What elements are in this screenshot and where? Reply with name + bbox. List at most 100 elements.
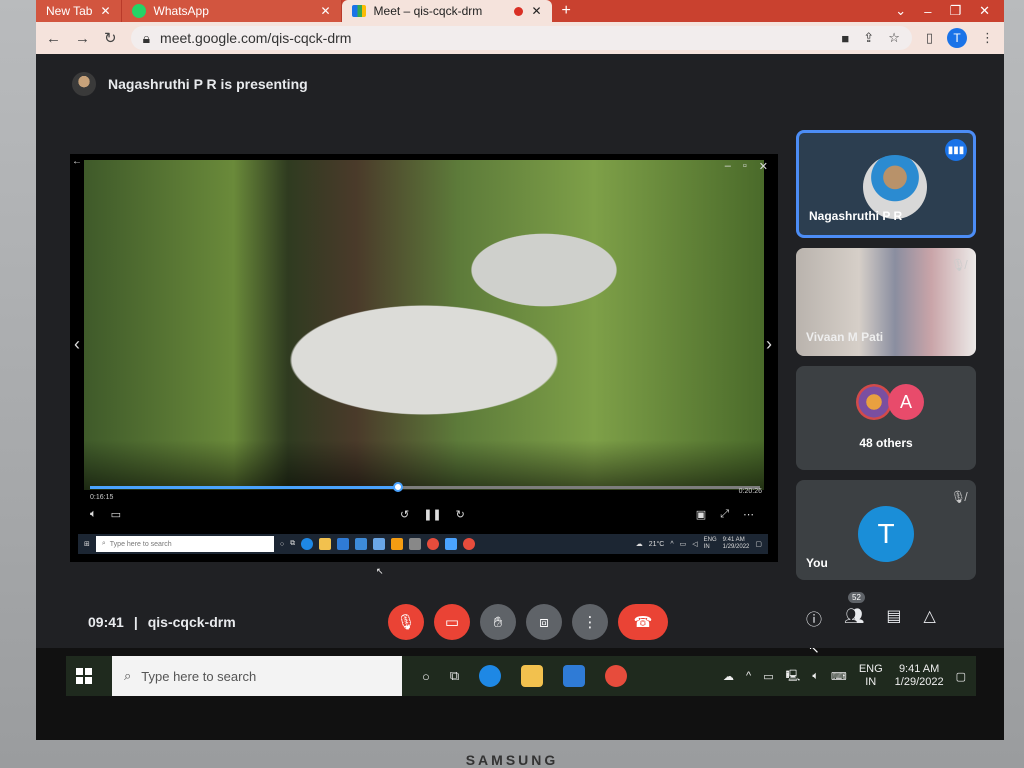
call-controls: 🎙︎ ▭ ✋︎ ⧈ ⋮ ☎︎ <box>388 604 668 640</box>
camera-toggle-button[interactable]: ▭ <box>434 604 470 640</box>
camera-icon[interactable]: ■ <box>841 31 849 46</box>
chat-icon[interactable]: ▤ <box>886 606 901 630</box>
store-icon[interactable] <box>563 665 586 687</box>
participant-tile-others[interactable]: A 48 others <box>796 366 976 470</box>
volume-icon[interactable]: 🔈︎ <box>90 508 97 521</box>
taskbar-search-input[interactable]: ⌕ Type here to search <box>112 656 402 696</box>
profile-avatar[interactable]: T <box>947 28 967 48</box>
meeting-tools: ⓘ 52 👥︎ ▤ △ <box>806 592 936 630</box>
vlc-icon <box>391 538 404 550</box>
tab-whatsapp[interactable]: WhatsApp ✕ <box>121 0 342 22</box>
participant-tile-presenter[interactable]: ▮▮▮ Nagashruthi P R <box>796 130 976 238</box>
more-icon: ⋮ <box>582 614 598 631</box>
sidebar-icon[interactable]: ▯ <box>926 30 933 46</box>
subtitles-icon[interactable]: ▭ <box>111 508 121 521</box>
chrome-icon <box>427 538 440 550</box>
store-icon <box>337 538 350 550</box>
notification-icon[interactable]: ▢ <box>956 670 966 683</box>
minimize-icon[interactable]: – <box>924 4 931 19</box>
share-icon[interactable]: ⇪ <box>863 30 874 46</box>
restore-icon[interactable]: ▫ <box>743 160 747 173</box>
participant-tile-you[interactable]: 🎙︎̸ T You <box>796 480 976 580</box>
network-icon: ▭ <box>679 541 687 548</box>
miniplayer-icon[interactable]: ▣ <box>696 508 706 521</box>
people-button[interactable]: 52 👥︎ <box>844 592 865 630</box>
chrome-icon <box>463 538 476 550</box>
language-indicator[interactable]: ENG IN <box>859 663 883 689</box>
tab-label: New Tab <box>46 4 93 18</box>
mail-icon <box>355 538 368 550</box>
close-icon[interactable]: ✕ <box>531 4 541 18</box>
present-button[interactable]: ⧈ <box>526 604 562 640</box>
meet-bottom-bar: 09:41 | qis-cqck-drm 🎙︎ ▭ ✋︎ ⧈ ⋮ ☎︎ ⓘ 52… <box>36 592 1004 648</box>
close-icon[interactable]: ✕ <box>320 4 330 18</box>
pause-icon[interactable]: ❚❚ <box>423 508 441 521</box>
tab-new-tab[interactable]: New Tab ✕ <box>36 0 122 22</box>
cloud-icon[interactable]: ☁︎ <box>723 670 734 683</box>
whatsapp-icon <box>131 4 146 18</box>
chevron-right-icon[interactable]: › <box>766 334 772 355</box>
chevron-left-icon[interactable]: ‹ <box>74 334 80 355</box>
clock: 09:41 <box>88 614 124 630</box>
word-icon <box>373 538 386 550</box>
chevron-up-icon[interactable]: ^ <box>746 670 751 682</box>
new-tab-button[interactable]: + <box>552 0 581 22</box>
present-icon: ⧈ <box>539 613 549 631</box>
file-explorer-icon[interactable] <box>521 665 544 687</box>
system-tray: ☁︎ 21°C ^ ▭ ◁ ENG IN 9:41 AM 1/29/2022 ▢ <box>635 537 762 550</box>
tab-meet[interactable]: Meet – qis-cqck-drm ✕ <box>341 0 552 22</box>
tab-label: WhatsApp <box>153 4 209 18</box>
close-icon[interactable]: ✕ <box>979 3 990 19</box>
cortana-icon: ○ <box>279 540 285 548</box>
windows-taskbar: ⌕ Type here to search ○ ⧉ ☁︎ ^ ▭ 🖳︎ 🔈︎ ⌨… <box>66 656 976 696</box>
kebab-icon[interactable]: ⋮ <box>981 30 994 46</box>
speaking-icon: ▮▮▮ <box>945 139 967 161</box>
chevron-down-icon[interactable]: ⌄ <box>895 3 906 19</box>
info-icon[interactable]: ⓘ <box>806 606 822 630</box>
forward-icon[interactable]: ↻ <box>456 508 465 521</box>
people-count: 52 <box>848 592 865 603</box>
back-arrow-icon[interactable]: ← <box>72 156 82 167</box>
participant-tile-vivaan[interactable]: 🎙︎̸ Vivaan M Pati <box>796 248 976 356</box>
mic-off-icon: 🎙︎̸ <box>950 258 966 272</box>
speaker-icon[interactable]: 🔈︎ <box>812 670 819 683</box>
search-icon: ⌕ <box>101 540 106 547</box>
browser-toolbar: ← → ↻ 🔒︎ meet.google.com/qis-cqck-drm ■ … <box>36 22 1004 54</box>
end-call-button[interactable]: ☎︎ <box>618 604 668 640</box>
reload-icon[interactable]: ↻ <box>104 29 117 47</box>
player-controls: 🔈︎ ▭ ↺ ❚❚ ↻ ▣ ⤢ ⋯ <box>90 508 760 528</box>
address-bar[interactable]: 🔒︎ meet.google.com/qis-cqck-drm ■ ⇪ ☆ <box>130 26 912 50</box>
seek-bar[interactable] <box>90 482 760 492</box>
time-total: 0:20:26 <box>738 488 762 495</box>
keyboard-icon[interactable]: ⌨︎ <box>831 670 847 683</box>
activities-icon[interactable]: △ <box>923 606 935 630</box>
cortana-icon[interactable]: ○ <box>422 669 430 684</box>
chrome-icon[interactable] <box>605 665 628 687</box>
mic-off-icon: 🎙︎ <box>396 614 416 631</box>
raise-hand-button[interactable]: ✋︎ <box>480 604 516 640</box>
restore-icon[interactable]: ❐ <box>949 3 961 19</box>
participant-name: You <box>806 556 828 570</box>
forward-arrow-icon[interactable]: → <box>75 30 90 47</box>
cloud-icon: ☁︎ <box>635 541 643 548</box>
mic-toggle-button[interactable]: 🎙︎ <box>388 604 424 640</box>
seek-handle[interactable] <box>393 482 404 492</box>
edge-icon[interactable] <box>479 665 502 687</box>
windows-logo-icon[interactable] <box>76 668 92 684</box>
more-icon[interactable]: ⋯ <box>743 508 754 521</box>
mic-off-icon: 🎙︎̸ <box>950 490 966 504</box>
close-icon[interactable]: ✕ <box>100 4 110 18</box>
minimize-icon[interactable]: – <box>725 160 731 173</box>
task-view-icon[interactable]: ⧉ <box>450 668 459 684</box>
rewind-icon[interactable]: ↺ <box>400 508 409 521</box>
fullscreen-icon[interactable]: ⤢ <box>720 508 729 521</box>
back-arrow-icon[interactable]: ← <box>46 30 61 47</box>
meet-tray-icon[interactable]: ▭ <box>763 670 773 683</box>
star-icon[interactable]: ☆ <box>888 30 900 46</box>
clock[interactable]: 9:41 AM 1/29/2022 <box>895 663 944 689</box>
url-text: meet.google.com/qis-cqck-drm <box>160 30 352 46</box>
close-icon[interactable]: ✕ <box>759 160 768 173</box>
presentation-view[interactable]: ← – ▫ ✕ ‹ › 0:16:15 0:20:26 🔈︎ ▭ ↺ ❚❚ ↻ … <box>70 154 778 562</box>
more-options-button[interactable]: ⋮ <box>572 604 608 640</box>
network-icon[interactable]: 🖳︎ <box>786 667 801 686</box>
